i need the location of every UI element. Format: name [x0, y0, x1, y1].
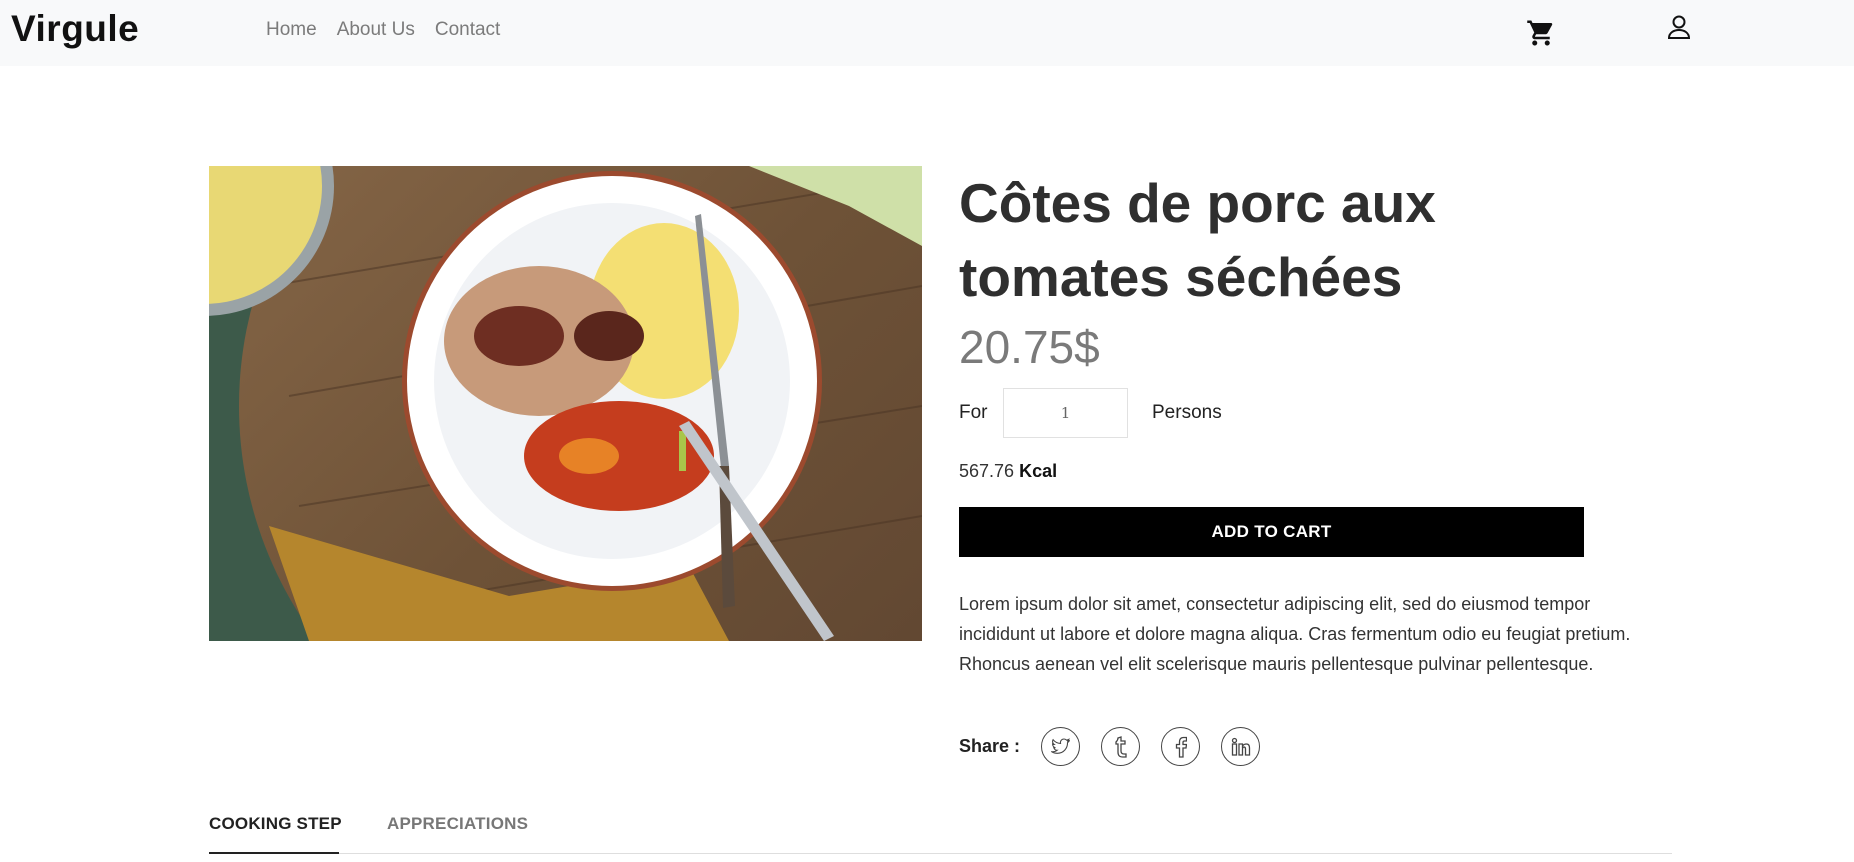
brand-logo[interactable]: Virgule	[11, 8, 139, 50]
share-label: Share :	[959, 736, 1021, 756]
user-icon[interactable]	[1666, 14, 1692, 42]
kcal-unit: Kcal	[1019, 461, 1058, 481]
add-to-cart-button[interactable]: ADD TO CART	[959, 507, 1584, 557]
active-tab-indicator	[209, 852, 339, 854]
kcal-info: 567.76 Kcal	[959, 461, 1057, 482]
product-tabs: COOKING STEP APPRECIATIONS	[209, 806, 1672, 854]
kcal-value: 567.76	[959, 461, 1015, 481]
nav-link-about-us[interactable]: About Us	[337, 19, 415, 41]
twitter-icon[interactable]	[1041, 727, 1080, 766]
main-nav: Home About Us Contact	[266, 19, 500, 41]
cart-icon[interactable]	[1526, 18, 1556, 48]
tab-cooking-step[interactable]: COOKING STEP	[209, 814, 342, 834]
for-label: For	[959, 402, 988, 423]
product-price: 20.75$	[959, 321, 1100, 373]
product-title: Côtes de porc aux tomates séchées	[959, 172, 1436, 308]
facebook-icon[interactable]	[1161, 727, 1200, 766]
nav-link-contact[interactable]: Contact	[435, 19, 500, 41]
tumblr-icon[interactable]	[1101, 727, 1140, 766]
nav-link-home[interactable]: Home	[266, 19, 317, 41]
navbar: Virgule Home About Us Contact	[0, 0, 1854, 66]
tab-appreciations[interactable]: APPRECIATIONS	[387, 814, 528, 834]
product-description: Lorem ipsum dolor sit amet, consectetur …	[959, 594, 1631, 674]
product-image	[209, 166, 922, 641]
linkedin-icon[interactable]	[1221, 727, 1260, 766]
persons-label: Persons	[1152, 402, 1222, 423]
persons-input[interactable]	[1003, 388, 1128, 438]
